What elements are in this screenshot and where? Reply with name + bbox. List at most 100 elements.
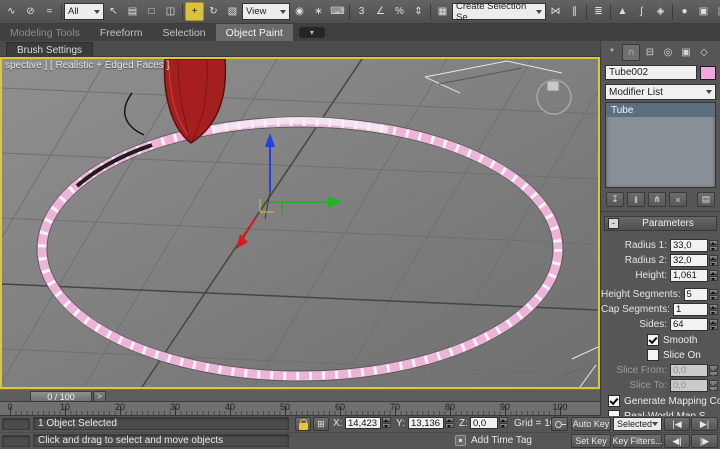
auto-key-button[interactable]: Auto Key	[571, 417, 611, 431]
key-filter-set-dropdown[interactable]: Selected	[613, 417, 662, 431]
radius2-field[interactable]: 32,0	[670, 254, 708, 267]
hierarchy-tab-icon[interactable]: ⊟	[642, 45, 658, 60]
percent-snap-icon[interactable]: %	[390, 2, 409, 21]
bind-space-warp-icon[interactable]: ≈	[40, 2, 59, 21]
time-slider-advance-button[interactable]: >	[93, 391, 106, 402]
radius1-field[interactable]: 33,0	[670, 239, 708, 252]
remove-modifier-icon[interactable]: ×	[669, 192, 687, 207]
spinner-down[interactable]	[709, 295, 718, 300]
generate-mapping-checkbox[interactable]	[608, 395, 620, 407]
window-crossing-icon[interactable]: ◫	[161, 2, 180, 21]
x-coordinate-field[interactable]: 14,423	[345, 417, 381, 429]
rectangular-selection-region-icon[interactable]: □	[142, 2, 161, 21]
viewport-canvas[interactable]	[2, 59, 598, 387]
layer-manager-icon[interactable]: ≣	[589, 2, 608, 21]
viewport-label[interactable]: spective ] [ Realistic + Edged Faces ]	[5, 60, 169, 71]
mini-listener[interactable]	[2, 418, 30, 430]
graphite-ribbon-toggle-icon[interactable]: ▲	[613, 2, 632, 21]
spinner-up[interactable]	[709, 270, 718, 275]
select-and-manipulate-icon[interactable]: ∗	[309, 2, 328, 21]
show-end-result-icon[interactable]: ‖	[627, 192, 645, 207]
tab-selection[interactable]: Selection	[152, 24, 215, 41]
spinner-down[interactable]	[709, 261, 718, 266]
angle-snap-icon[interactable]: ∠	[371, 2, 390, 21]
use-pivot-point-center-icon[interactable]: ◉	[290, 2, 309, 21]
sides-field[interactable]: 64	[670, 318, 708, 331]
align-icon[interactable]: ∥	[565, 2, 584, 21]
modifier-stack[interactable]: Tube	[605, 102, 716, 188]
height-field[interactable]: 1,061	[670, 269, 708, 282]
display-tab-icon[interactable]: ▣	[678, 45, 694, 60]
spinner-down[interactable]	[709, 310, 718, 315]
spinner-up[interactable]	[709, 289, 718, 294]
select-and-link-icon[interactable]: ∿	[2, 2, 21, 21]
smooth-checkbox[interactable]	[647, 334, 659, 346]
spinner-up[interactable]	[499, 417, 508, 422]
keyboard-override-icon[interactable]: ⌨	[328, 2, 347, 21]
absolute-mode-toggle[interactable]: ⊞	[313, 417, 329, 431]
time-slider-handle[interactable]: 0 / 100	[30, 391, 92, 402]
height-segments-field[interactable]: 5	[684, 288, 709, 301]
ribbon-options-button[interactable]: ▾	[299, 27, 325, 38]
create-tab-icon[interactable]: *	[604, 45, 620, 60]
cap-segments-field[interactable]: 1	[673, 303, 708, 316]
material-editor-icon[interactable]: ●	[675, 2, 694, 21]
select-and-scale-icon[interactable]: ▧	[223, 2, 242, 21]
spinner-up[interactable]	[709, 319, 718, 324]
set-key-button[interactable]: Set Key	[571, 434, 611, 448]
unlink-selection-icon[interactable]: ⊘	[21, 2, 40, 21]
mirror-icon[interactable]: ⋈	[546, 2, 565, 21]
y-coordinate-field[interactable]: 13,136	[408, 417, 444, 429]
mini-listener[interactable]	[2, 435, 30, 447]
render-setup-icon[interactable]: ▣	[694, 2, 713, 21]
tab-freeform[interactable]: Freeform	[90, 24, 153, 41]
object-color-swatch[interactable]	[700, 66, 716, 80]
spinner-up[interactable]	[709, 240, 718, 245]
spinner-up[interactable]	[445, 417, 454, 422]
reference-coordinate-system-dropdown[interactable]: View	[242, 3, 290, 20]
curve-editor-icon[interactable]: ∫	[632, 2, 651, 21]
select-object-icon[interactable]: ↖	[104, 2, 123, 21]
slice-on-checkbox[interactable]	[647, 349, 659, 361]
select-by-name-icon[interactable]: ▤	[123, 2, 142, 21]
utilities-tab-icon[interactable]: ◇	[696, 45, 712, 60]
spinner-down[interactable]	[445, 423, 454, 428]
next-key-button[interactable]: ▶|	[691, 417, 718, 431]
selection-lock-toggle[interactable]	[295, 417, 311, 431]
perspective-viewport[interactable]: spective ] [ Realistic + Edged Faces ]	[0, 57, 600, 389]
next-frame-button[interactable]: |▶	[691, 434, 718, 448]
spinner-snap-icon[interactable]: ⇕	[409, 2, 428, 21]
spinner-down[interactable]	[382, 423, 391, 428]
tab-brush-settings[interactable]: Brush Settings	[6, 42, 93, 58]
spinner-up[interactable]	[709, 304, 718, 309]
make-unique-icon[interactable]: ⋔	[648, 192, 666, 207]
parameters-rollout-header[interactable]: - Parameters	[604, 216, 717, 231]
spinner-down[interactable]	[709, 276, 718, 281]
tab-object-paint[interactable]: Object Paint	[216, 24, 293, 41]
previous-frame-button[interactable]: ◀|	[664, 434, 690, 448]
configure-modifier-sets-icon[interactable]: ▤	[697, 192, 715, 207]
spinner-up[interactable]	[382, 417, 391, 422]
spinner-up[interactable]	[709, 255, 718, 260]
object-name-field[interactable]: Tube002	[605, 65, 697, 80]
edit-named-selection-sets-icon[interactable]: ▦	[433, 2, 452, 21]
set-keys-button[interactable]	[551, 417, 568, 431]
select-and-move-icon[interactable]: +	[185, 2, 204, 21]
modify-tab-icon[interactable]: ∩	[622, 44, 640, 61]
track-bar[interactable]: 0 10 20 30 40 50 60 70 80 90 100	[0, 402, 600, 416]
spinner-down[interactable]	[709, 246, 718, 251]
stack-item-tube[interactable]: Tube	[606, 103, 715, 117]
previous-key-button[interactable]: |◀	[664, 417, 690, 431]
rendered-frame-window-icon[interactable]: ▥	[713, 2, 720, 21]
tab-modeling-tools[interactable]: Modeling Tools	[0, 24, 90, 41]
time-slider[interactable]: 0 / 100 >	[0, 389, 600, 402]
key-filters-button[interactable]: Key Filters...	[613, 434, 662, 448]
modifier-list-dropdown[interactable]: Modifier List	[605, 84, 716, 100]
selection-filter-dropdown[interactable]: All	[64, 3, 104, 20]
add-time-tag-button[interactable]: Add Time Tag	[471, 435, 532, 446]
motion-tab-icon[interactable]: ◎	[660, 45, 676, 60]
named-selection-sets-field[interactable]: Create Selection Se	[452, 3, 546, 20]
schematic-view-icon[interactable]: ◈	[651, 2, 670, 21]
snap-toggle-3d-icon[interactable]: 3	[352, 2, 371, 21]
spinner-down[interactable]	[709, 325, 718, 330]
